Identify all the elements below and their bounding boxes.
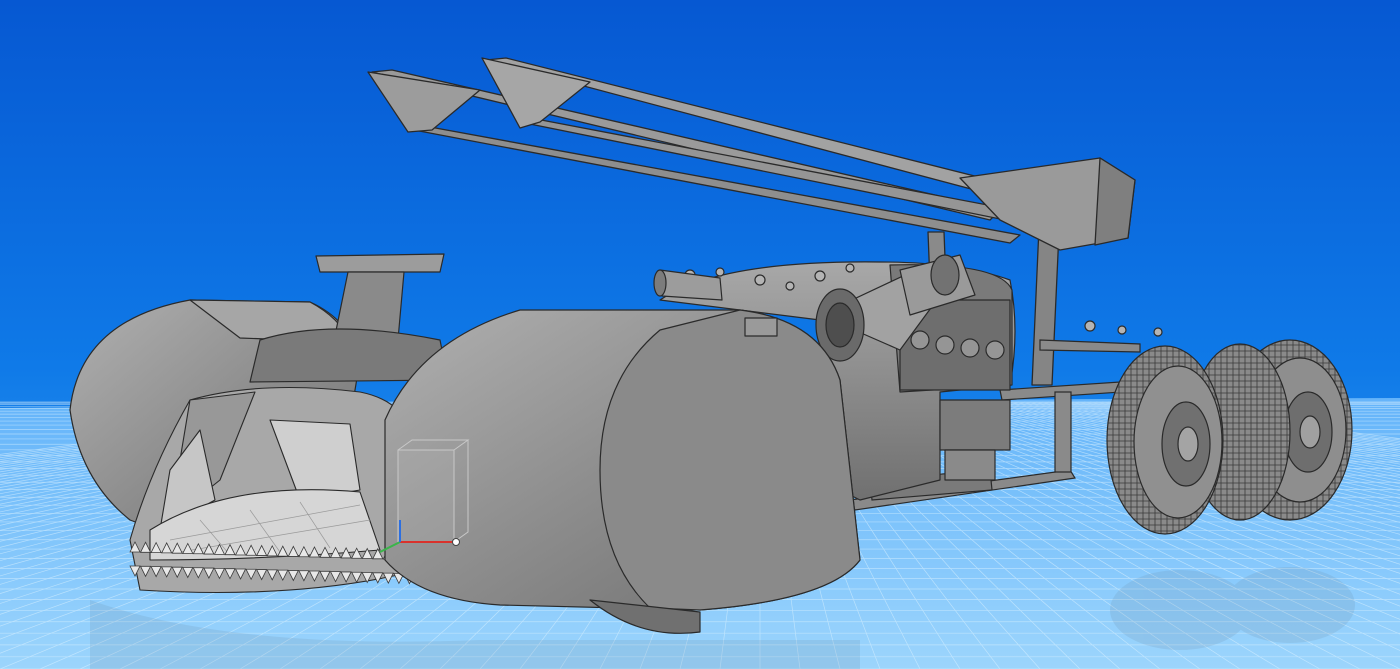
scene-canvas[interactable] — [0, 0, 1400, 669]
right-front-fender[interactable] — [384, 309, 861, 634]
gizmo-origin[interactable] — [452, 538, 460, 546]
rear-dual-wheels[interactable] — [1106, 339, 1353, 535]
rear-wheel-outer[interactable] — [1106, 345, 1224, 535]
3d-viewport[interactable] — [0, 0, 1400, 669]
